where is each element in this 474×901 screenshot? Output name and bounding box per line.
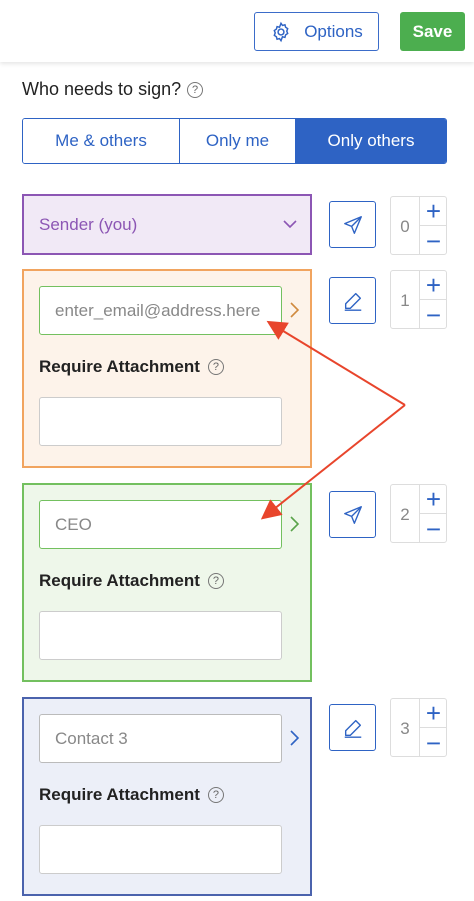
- pen-icon: [344, 292, 361, 311]
- decrement-button[interactable]: −: [419, 728, 447, 757]
- increment-button[interactable]: +: [419, 271, 447, 300]
- order-stepper: 3 + −: [390, 698, 447, 757]
- email-field[interactable]: CEO: [39, 500, 282, 549]
- mode-me-and-others[interactable]: Me & others: [23, 119, 180, 163]
- send-icon: [343, 505, 362, 524]
- gear-icon: [273, 21, 289, 42]
- help-icon[interactable]: ?: [187, 81, 204, 98]
- sender-label: Sender (you): [39, 214, 138, 234]
- order-number: 2: [400, 504, 410, 524]
- signer-card: Contact 3 Require Attachment ?: [22, 697, 312, 896]
- attachment-field[interactable]: [39, 611, 282, 660]
- attachment-field[interactable]: [39, 397, 282, 446]
- send-button[interactable]: [329, 201, 376, 248]
- order-number: 0: [400, 216, 410, 236]
- signer-mode-selector: Me & others Only me Only others: [22, 118, 447, 164]
- order-stepper: 0 + −: [390, 196, 447, 255]
- attachment-field[interactable]: [39, 825, 282, 874]
- chevron-right-icon[interactable]: [288, 729, 302, 747]
- chevron-down-icon: [283, 220, 297, 229]
- chevron-right-icon[interactable]: [288, 301, 302, 319]
- help-icon[interactable]: ?: [207, 573, 224, 589]
- signer-card: enter_email@address.here Require Attachm…: [22, 269, 312, 468]
- options-label: Options: [304, 21, 363, 41]
- order-number: 1: [400, 290, 410, 310]
- sender-dropdown[interactable]: Sender (you): [22, 194, 312, 255]
- require-attachment-text: Require Attachment: [39, 571, 200, 590]
- who-label-text: Who needs to sign?: [22, 79, 182, 99]
- help-icon[interactable]: ?: [207, 359, 224, 375]
- edit-button[interactable]: [329, 277, 376, 324]
- who-needs-to-sign-label: Who needs to sign? ?: [22, 79, 204, 100]
- send-icon: [343, 215, 362, 234]
- chevron-right-icon[interactable]: [288, 515, 302, 533]
- help-icon[interactable]: ?: [207, 787, 224, 803]
- order-number: 3: [400, 718, 410, 738]
- decrement-button[interactable]: −: [419, 300, 447, 329]
- send-button[interactable]: [329, 491, 376, 538]
- options-button[interactable]: Options: [254, 12, 379, 51]
- require-attachment-label: Require Attachment ?: [39, 357, 224, 377]
- require-attachment-text: Require Attachment: [39, 357, 200, 376]
- order-stepper: 2 + −: [390, 484, 447, 543]
- email-field[interactable]: Contact 3: [39, 714, 282, 763]
- require-attachment-text: Require Attachment: [39, 785, 200, 804]
- top-bar: Options Save: [0, 0, 474, 62]
- save-button[interactable]: Save: [400, 12, 465, 51]
- decrement-button[interactable]: −: [419, 514, 447, 543]
- order-stepper: 1 + −: [390, 270, 447, 329]
- require-attachment-label: Require Attachment ?: [39, 785, 224, 805]
- mode-only-me[interactable]: Only me: [180, 119, 296, 163]
- increment-button[interactable]: +: [419, 197, 447, 226]
- require-attachment-label: Require Attachment ?: [39, 571, 224, 591]
- edit-button[interactable]: [329, 704, 376, 751]
- increment-button[interactable]: +: [419, 699, 447, 728]
- pen-icon: [344, 719, 361, 738]
- email-field[interactable]: enter_email@address.here: [39, 286, 282, 335]
- mode-only-others[interactable]: Only others: [296, 119, 446, 163]
- increment-button[interactable]: +: [419, 485, 447, 514]
- decrement-button[interactable]: −: [419, 226, 447, 255]
- signer-card: CEO Require Attachment ?: [22, 483, 312, 682]
